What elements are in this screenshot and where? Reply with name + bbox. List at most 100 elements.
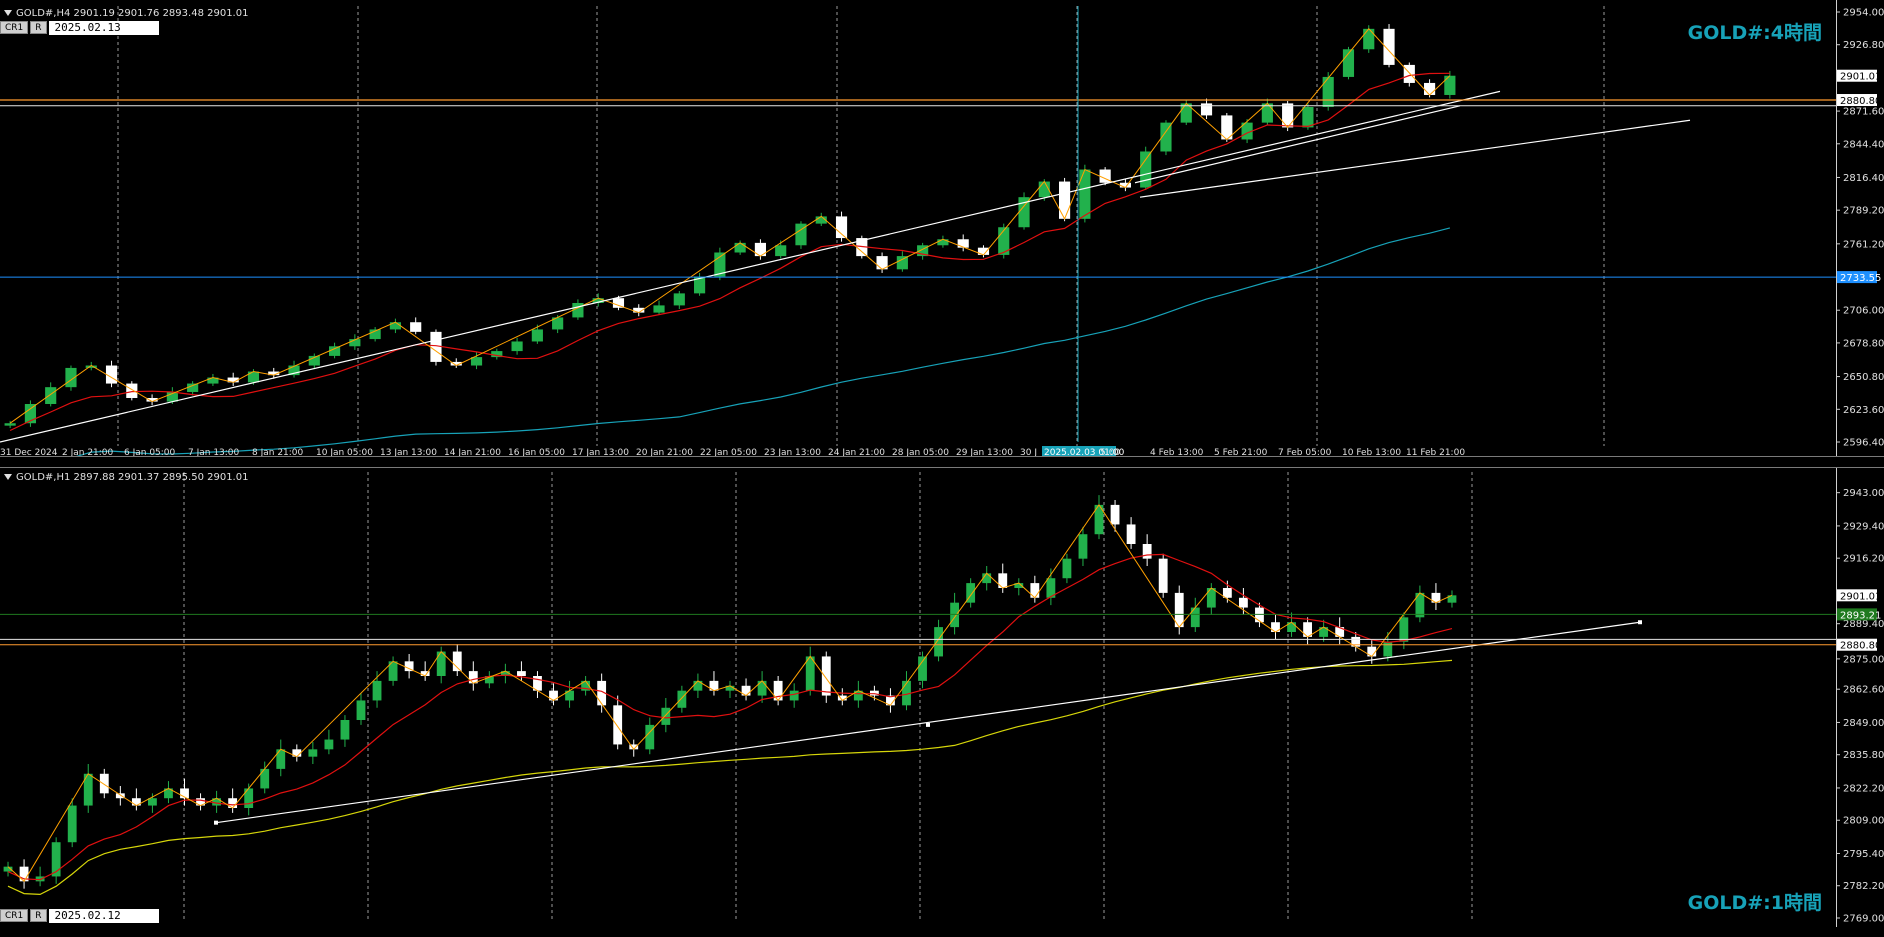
moving-average-cyan [75,227,1451,456]
h1-ohlc-text: GOLD#,H1 2897.88 2901.37 2895.50 2901.01 [16,472,249,483]
candle-body [468,671,478,684]
time-tick-label: 6 Jan 05:00 [124,448,176,456]
candle-body [677,690,687,708]
candle-body [356,700,366,720]
candle-body [1062,558,1072,579]
candle-body [1322,76,1334,107]
price-tick-label: 2782.20 [1843,881,1884,892]
time-tick-label: 28 Jan 05:00 [892,448,949,456]
price-tag-label: 2901.01 [1840,72,1881,83]
price-tick-label: 2761.20 [1843,239,1884,250]
cr1-badge[interactable]: CR1 [0,21,29,34]
price-tag-label: 2893.21 [1840,610,1881,621]
price-tick-label: 2795.40 [1843,849,1884,860]
candle-body [1126,524,1136,544]
candle-body [957,239,969,248]
h1-chart-canvas[interactable]: 2943.002929.402916.202889.402875.002862.… [0,468,1884,927]
time-tick-label: 11 Feb 21:00 [1406,448,1465,456]
candle-body [789,690,799,701]
cr1-badge[interactable]: CR1 [0,909,29,922]
chart-pane-h1[interactable]: 2943.00 2929.40 2916.20 2889.40 2875.00 2862.… [0,468,1884,936]
time-tick-label: 14 Jan 21:00 [444,448,501,456]
candle-body [1302,106,1314,128]
dropdown-triangle-icon[interactable] [4,474,12,480]
r-badge[interactable]: R [30,21,47,34]
price-tag-label: 2880.80 [1840,96,1881,107]
h4-chart-header[interactable]: GOLD#,H4 2901.19 2901.76 2893.48 2901.01 [4,8,248,19]
candle-body [410,322,422,332]
candle-body [1363,28,1375,50]
price-tick-label: 2929.40 [1843,521,1884,532]
pane-separator[interactable] [0,456,1884,468]
candle-body [1399,617,1409,642]
price-tick-label: 2789.20 [1843,206,1884,217]
candle-body [1238,597,1248,608]
candle-body [324,739,334,750]
candle-body [1383,641,1393,657]
h1-chart-header[interactable]: GOLD#,H1 2897.88 2901.37 2895.50 2901.01 [4,472,248,483]
price-tick-label: 2650.80 [1843,372,1884,383]
candle-body [835,216,848,239]
price-tick-label: 2822.20 [1843,783,1884,794]
h1-badges: CR1 R 2025.02.12 23:00 [0,908,159,936]
time-tick-label: 7 Feb 05:00 [1278,448,1332,456]
price-tick-label: 2926.80 [1843,40,1884,51]
h1-date-field[interactable]: 2025.02.12 23:00 [48,908,159,936]
time-tick-label: 5 Feb 21:00 [1214,448,1268,456]
candle-body [372,680,382,701]
candle-body [1158,558,1168,593]
candle-body [99,773,109,794]
candle-body [452,651,462,672]
h4-date-field[interactable]: 2025.02.13 01:00 [48,20,159,48]
candle-body [1140,151,1152,188]
candle-body [896,256,908,270]
time-tick-label: 10 Jan 05:00 [316,448,373,456]
time-tick-label: 13 Jan 13:00 [380,448,437,456]
candle-body [1255,607,1264,623]
candle-body [1190,607,1200,628]
h4-chart-canvas[interactable]: 2954.00 2926.80 2871.60 2844.40 2816.40 2789.… [0,0,1884,456]
price-tick-label: 2816.40 [1843,173,1884,184]
moving-average-red [9,72,1450,432]
candle-body [661,707,671,725]
candle-body [1059,181,1071,219]
price-tick-label: 2623.60 [1843,405,1884,416]
trendline-anchor [214,820,218,825]
zigzag-line [9,28,1451,424]
trendline-anchor [926,722,930,727]
candle-body [1200,103,1213,116]
price-tag-label: 2880.80 [1840,641,1881,652]
price-tag-label: 2901.01 [1840,591,1881,602]
candle-body [1142,544,1152,559]
candle-body [308,749,318,757]
candle-body [260,768,270,789]
time-tick-label: 10 Feb 13:00 [1342,448,1401,456]
price-tag-label: 2733.55 [1840,273,1881,284]
time-tick-label: 23 Jan 13:00 [764,448,821,456]
candle-body [4,423,16,426]
candle-body [531,329,543,342]
r-badge[interactable]: R [30,909,47,922]
chart-pane-h4[interactable]: 2954.00 2926.80 2871.60 2844.40 2816.40 2789.… [0,0,1884,456]
time-tick-label: 31 Dec 2024 [0,448,58,456]
candle-body [1444,75,1456,95]
trendline [215,621,1641,824]
time-tick-label: 5:00 [1100,448,1120,456]
candle-body [517,671,526,676]
time-tick-label: 24 Jan 21:00 [828,448,885,456]
candle-body [187,383,199,392]
time-tick-label: 16 Jan 05:00 [508,448,565,456]
price-tick-label: 2706.00 [1843,306,1884,317]
h1-watermark: GOLD#:1時間 [1687,892,1822,914]
candle-body [1079,169,1091,219]
dropdown-triangle-icon[interactable] [4,10,12,16]
candle-body [340,720,350,740]
candle-body [1206,588,1216,608]
price-tick-label: 2916.20 [1843,554,1884,565]
candle-body [1424,82,1436,95]
price-tick-label: 2862.60 [1843,685,1884,696]
candle-body [937,239,949,246]
candle-body [67,805,77,843]
time-tick-label: 22 Jan 05:00 [700,448,757,456]
price-tick-label: 2849.00 [1843,718,1884,729]
